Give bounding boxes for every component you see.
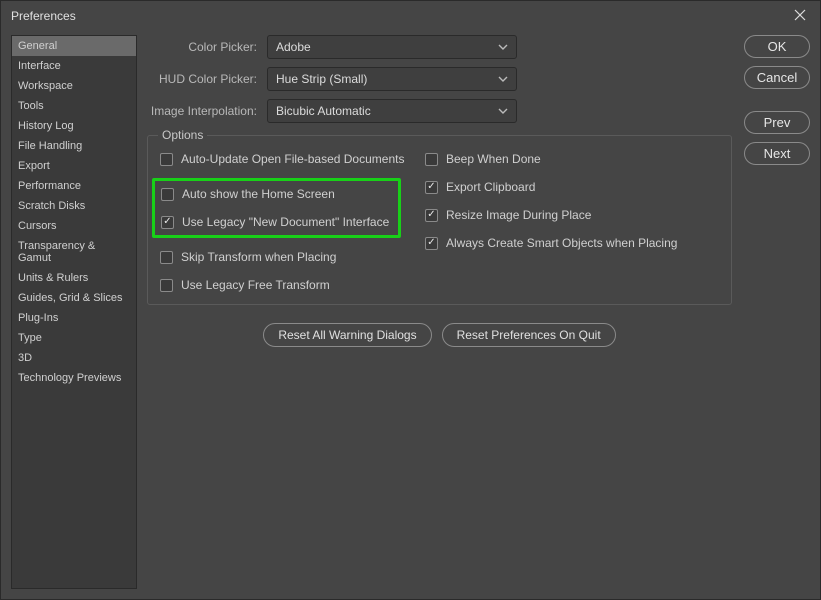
- sidebar-item-technology-previews[interactable]: Technology Previews: [12, 368, 136, 388]
- beep-when-done-checkbox[interactable]: Beep When Done: [423, 150, 721, 168]
- category-sidebar: General Interface Workspace Tools Histor…: [11, 35, 137, 589]
- color-picker-label: Color Picker:: [147, 40, 267, 54]
- sidebar-item-export[interactable]: Export: [12, 156, 136, 176]
- checkbox-label: Beep When Done: [446, 152, 541, 166]
- checkbox-icon: [161, 216, 174, 229]
- image-interpolation-select[interactable]: Bicubic Automatic: [267, 99, 517, 123]
- checkbox-icon: [161, 188, 174, 201]
- close-icon: [794, 9, 806, 21]
- close-button[interactable]: [790, 4, 810, 28]
- checkbox-label: Skip Transform when Placing: [181, 250, 336, 264]
- sidebar-item-transparency-gamut[interactable]: Transparency & Gamut: [12, 236, 136, 268]
- sidebar-item-type[interactable]: Type: [12, 328, 136, 348]
- hud-color-picker-select[interactable]: Hue Strip (Small): [267, 67, 517, 91]
- checkbox-label: Auto-Update Open File-based Documents: [181, 152, 404, 166]
- sidebar-item-tools[interactable]: Tools: [12, 96, 136, 116]
- hud-color-picker-label: HUD Color Picker:: [147, 72, 267, 86]
- sidebar-item-cursors[interactable]: Cursors: [12, 216, 136, 236]
- ok-button[interactable]: OK: [744, 35, 810, 58]
- image-interpolation-label: Image Interpolation:: [147, 104, 267, 118]
- prev-button[interactable]: Prev: [744, 111, 810, 134]
- sidebar-item-scratch-disks[interactable]: Scratch Disks: [12, 196, 136, 216]
- action-buttons: OK Cancel Prev Next: [744, 35, 810, 589]
- auto-update-checkbox[interactable]: Auto-Update Open File-based Documents: [158, 150, 423, 168]
- cancel-button[interactable]: Cancel: [744, 66, 810, 89]
- skip-transform-checkbox[interactable]: Skip Transform when Placing: [158, 248, 423, 266]
- checkbox-icon: [160, 153, 173, 166]
- options-legend: Options: [158, 128, 207, 142]
- options-fieldset: Options Auto-Update Open File-based Docu…: [147, 135, 732, 305]
- chevron-down-icon: [498, 42, 508, 52]
- export-clipboard-checkbox[interactable]: Export Clipboard: [423, 178, 721, 196]
- image-interpolation-value: Bicubic Automatic: [276, 104, 371, 118]
- use-legacy-free-transform-checkbox[interactable]: Use Legacy Free Transform: [158, 276, 423, 294]
- checkbox-label: Export Clipboard: [446, 180, 535, 194]
- chevron-down-icon: [498, 106, 508, 116]
- checkbox-label: Auto show the Home Screen: [182, 187, 335, 201]
- sidebar-item-file-handling[interactable]: File Handling: [12, 136, 136, 156]
- resize-image-during-place-checkbox[interactable]: Resize Image During Place: [423, 206, 721, 224]
- chevron-down-icon: [498, 74, 508, 84]
- sidebar-item-guides-grid-slices[interactable]: Guides, Grid & Slices: [12, 288, 136, 308]
- reset-warning-dialogs-button[interactable]: Reset All Warning Dialogs: [263, 323, 431, 347]
- checkbox-icon: [425, 237, 438, 250]
- preferences-window: Preferences General Interface Workspace …: [0, 0, 821, 600]
- sidebar-item-plug-ins[interactable]: Plug-Ins: [12, 308, 136, 328]
- sidebar-item-units-rulers[interactable]: Units & Rulers: [12, 268, 136, 288]
- window-title: Preferences: [11, 9, 76, 23]
- checkbox-icon: [160, 279, 173, 292]
- sidebar-item-history-log[interactable]: History Log: [12, 116, 136, 136]
- reset-preferences-on-quit-button[interactable]: Reset Preferences On Quit: [442, 323, 616, 347]
- sidebar-item-interface[interactable]: Interface: [12, 56, 136, 76]
- checkbox-label: Use Legacy "New Document" Interface: [182, 215, 389, 229]
- settings-panel: Color Picker: Adobe HUD Color Picker: Hu…: [147, 35, 732, 589]
- hud-color-picker-value: Hue Strip (Small): [276, 72, 367, 86]
- sidebar-item-performance[interactable]: Performance: [12, 176, 136, 196]
- use-legacy-new-document-checkbox[interactable]: Use Legacy "New Document" Interface: [159, 213, 394, 231]
- next-button[interactable]: Next: [744, 142, 810, 165]
- highlighted-region: Auto show the Home Screen Use Legacy "Ne…: [152, 178, 401, 238]
- color-picker-select[interactable]: Adobe: [267, 35, 517, 59]
- sidebar-item-3d[interactable]: 3D: [12, 348, 136, 368]
- checkbox-label: Always Create Smart Objects when Placing: [446, 236, 677, 250]
- checkbox-icon: [425, 209, 438, 222]
- checkbox-icon: [425, 153, 438, 166]
- sidebar-item-workspace[interactable]: Workspace: [12, 76, 136, 96]
- checkbox-icon: [160, 251, 173, 264]
- auto-show-home-checkbox[interactable]: Auto show the Home Screen: [159, 185, 394, 203]
- titlebar: Preferences: [1, 1, 820, 31]
- sidebar-item-general[interactable]: General: [12, 36, 136, 56]
- checkbox-icon: [425, 181, 438, 194]
- color-picker-value: Adobe: [276, 40, 311, 54]
- checkbox-label: Resize Image During Place: [446, 208, 591, 222]
- always-create-smart-objects-checkbox[interactable]: Always Create Smart Objects when Placing: [423, 234, 721, 252]
- checkbox-label: Use Legacy Free Transform: [181, 278, 330, 292]
